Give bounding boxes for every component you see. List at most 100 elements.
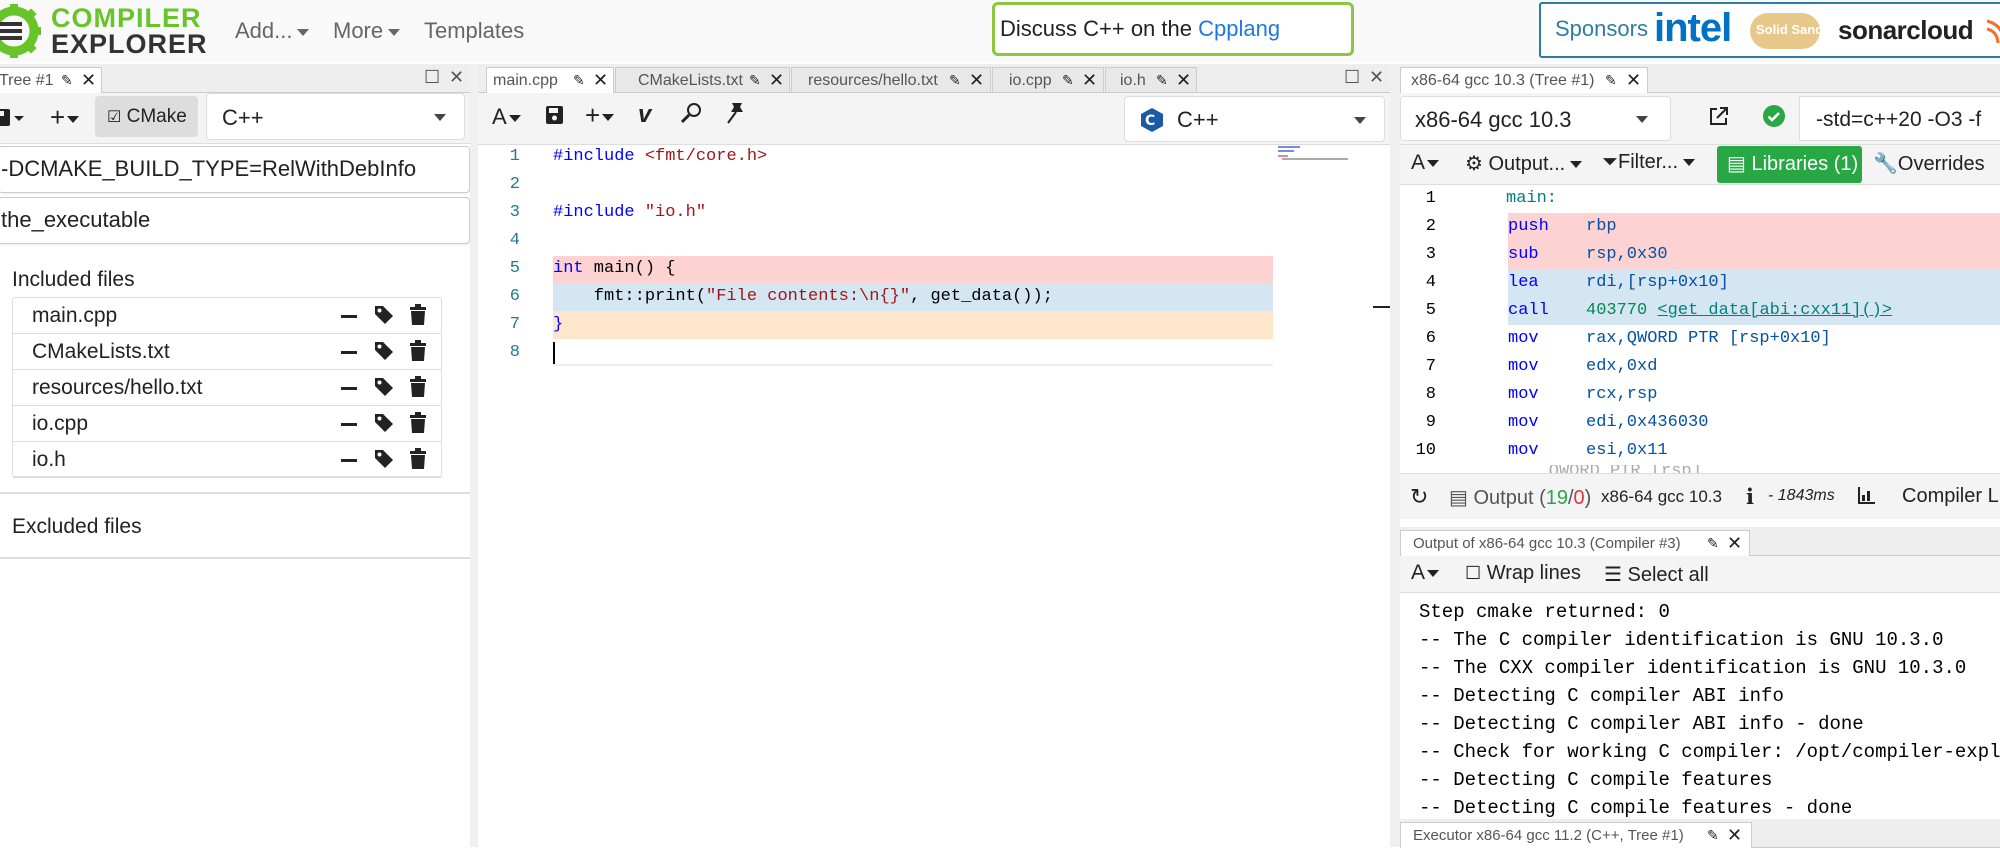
close-icon[interactable]: ✕ — [593, 68, 608, 93]
intel-logo[interactable]: intel — [1654, 6, 1732, 51]
close-icon[interactable]: ✕ — [81, 68, 96, 93]
overrides-button[interactable]: 🔧Overrides — [1873, 151, 1985, 176]
solid-sands-logo[interactable]: Solid Sands — [1750, 13, 1830, 49]
cppinsights-button[interactable] — [724, 101, 748, 125]
recompile-button[interactable]: ↻ — [1410, 484, 1428, 510]
included-file-row[interactable]: io.cpp — [12, 406, 442, 442]
asm-token: rbp — [1586, 217, 1617, 236]
trash-icon[interactable] — [408, 376, 428, 398]
filter-icon: ⏷ — [1602, 151, 1618, 173]
save-menu-button[interactable] — [0, 97, 26, 137]
save-button[interactable] — [545, 104, 565, 126]
maximize-icon[interactable]: ☐ — [1344, 67, 1360, 88]
close-icon[interactable]: ✕ — [1626, 68, 1641, 93]
templates-link[interactable]: Templates — [424, 0, 524, 62]
tab-executor[interactable]: Executor x86-64 gcc 11.2 (C++, Tree #1) … — [1400, 822, 1752, 848]
tab-io-h[interactable]: io.h ✎ ✕ — [1105, 67, 1197, 92]
minus-icon[interactable] — [341, 459, 357, 462]
tag-icon[interactable] — [373, 448, 395, 470]
tree-language-select[interactable]: C++ — [206, 93, 465, 140]
asm-font-button[interactable]: A — [1411, 151, 1440, 175]
add-pane-button[interactable]: + — [585, 100, 615, 131]
excluded-files-title: Excluded files — [12, 515, 142, 538]
line-number: 3 — [509, 203, 520, 222]
compiler-explorer-logo[interactable]: COMPILER EXPLORER — [0, 0, 207, 62]
pencil-icon[interactable]: ✎ — [1605, 68, 1617, 93]
close-icon[interactable]: ✕ — [1727, 531, 1742, 556]
compile-status[interactable] — [1762, 104, 1786, 128]
pencil-icon[interactable]: ✎ — [61, 68, 73, 93]
cmake-toggle[interactable]: ☑ CMake — [95, 96, 198, 137]
minus-icon[interactable] — [341, 423, 357, 426]
more-menu[interactable]: More — [333, 0, 401, 62]
add-menu[interactable]: Add... — [235, 0, 310, 62]
preprocess-button[interactable] — [680, 101, 704, 125]
wrap-lines-toggle[interactable]: ☐ Wrap lines — [1465, 562, 1581, 585]
close-icon[interactable]: ✕ — [969, 68, 984, 93]
minus-icon[interactable] — [341, 351, 357, 354]
tab-compiler[interactable]: x86-64 gcc 10.3 (Tree #1) ✎ ✕ — [1400, 67, 1648, 93]
executable-name-input[interactable]: the_executable — [0, 197, 470, 244]
tab-tree[interactable]: Tree #1 ✎ ✕ — [0, 67, 102, 93]
asm-line-11-clip: QWORD PTR [rsp] — [1400, 465, 2000, 473]
info-icon[interactable]: i — [1746, 484, 1754, 509]
compiler-options-input[interactable]: -std=c++20 -O3 -f — [1799, 96, 2000, 141]
code-editor[interactable] — [478, 145, 1390, 847]
bar-chart-icon[interactable] — [1857, 485, 1877, 505]
font-size-button[interactable]: A — [492, 104, 521, 130]
add-file-button[interactable]: + — [50, 97, 80, 137]
tab-compiler-output[interactable]: Output of x86-64 gcc 10.3 (Compiler #3) … — [1400, 530, 1750, 556]
trash-icon[interactable] — [408, 304, 428, 326]
minus-icon[interactable] — [341, 387, 357, 390]
tab-main-cpp[interactable]: main.cpp ✎ ✕ — [486, 67, 614, 93]
tab-io-cpp[interactable]: io.cpp ✎ ✕ — [992, 67, 1104, 92]
pencil-icon[interactable]: ✎ — [949, 68, 961, 93]
output-font-button[interactable]: A — [1411, 561, 1440, 585]
trash-icon[interactable] — [408, 412, 428, 434]
tag-icon[interactable] — [373, 304, 395, 326]
tab-hello-txt[interactable]: resources/hello.txt ✎ ✕ — [791, 67, 991, 92]
included-file-row[interactable]: io.h — [12, 442, 442, 478]
tag-icon[interactable] — [373, 376, 395, 398]
close-icon[interactable]: ✕ — [1727, 823, 1742, 848]
close-pane-icon[interactable]: ✕ — [1369, 67, 1384, 88]
libraries-button[interactable]: ▤ Libraries (1) — [1717, 146, 1862, 183]
maximize-icon[interactable]: ☐ — [424, 67, 440, 88]
pencil-icon[interactable]: ✎ — [749, 68, 761, 93]
close-icon[interactable]: ✕ — [1176, 68, 1191, 93]
included-file-row[interactable]: CMakeLists.txt — [12, 334, 442, 370]
popout-button[interactable] — [1708, 105, 1730, 127]
vim-mode-button[interactable]: v — [638, 101, 651, 129]
trash-icon[interactable] — [408, 340, 428, 362]
close-icon[interactable]: ✕ — [1082, 68, 1097, 93]
minus-icon[interactable] — [341, 315, 357, 318]
select-all-button[interactable]: ☰ Select all — [1604, 562, 1709, 587]
editor-minimap[interactable] — [1278, 145, 1348, 165]
included-file-row[interactable]: main.cpp — [12, 298, 442, 334]
sonarcloud-logo[interactable]: sonarcloud — [1838, 15, 1974, 46]
trash-icon[interactable] — [408, 448, 428, 470]
tab-cmakelists[interactable]: CMakeLists.txt ✎ ✕ — [615, 67, 790, 92]
compiler-output-text[interactable]: Step cmake returned: 0 -- The C compiler … — [1400, 593, 2000, 817]
tag-icon[interactable] — [373, 412, 395, 434]
output-options-button[interactable]: ⚙ Output... — [1465, 151, 1583, 176]
sponsors-box[interactable]: Sponsors intel Solid Sands sonarcloud — [1539, 2, 2000, 58]
included-file-row[interactable]: resources/hello.txt — [12, 370, 442, 406]
asm-symbol-link[interactable]: <get_data[abi:cxx11]()> — [1657, 301, 1892, 320]
pencil-icon[interactable]: ✎ — [1062, 68, 1074, 93]
pencil-icon[interactable]: ✎ — [1707, 531, 1719, 556]
compiler-output-button[interactable]: ▤ Output (19/0) — [1449, 485, 1591, 510]
pencil-icon[interactable]: ✎ — [1707, 823, 1719, 848]
splitter[interactable] — [470, 64, 478, 847]
pencil-icon[interactable]: ✎ — [1156, 68, 1168, 93]
close-pane-icon[interactable]: ✕ — [449, 67, 464, 88]
pencil-icon[interactable]: ✎ — [573, 68, 585, 93]
close-icon[interactable]: ✕ — [769, 68, 784, 93]
cmake-args-input[interactable]: -DCMAKE_BUILD_TYPE=RelWithDebInfo — [0, 146, 470, 193]
compiler-select[interactable]: x86-64 gcc 10.3 — [1400, 96, 1671, 141]
tab-tree-label: Tree #1 — [0, 72, 54, 89]
editor-language-select[interactable]: C C++ — [1124, 96, 1385, 142]
compiler-license-link[interactable]: Compiler Li — [1902, 485, 2000, 508]
filter-button[interactable]: ⏷Filter... — [1602, 151, 1696, 174]
tag-icon[interactable] — [373, 340, 395, 362]
